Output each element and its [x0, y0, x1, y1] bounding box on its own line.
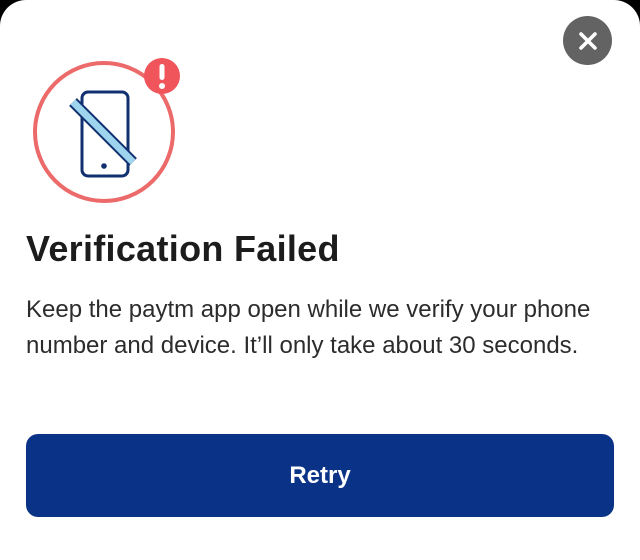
dialog-title: Verification Failed — [26, 228, 340, 269]
phone-blocked-icon — [33, 58, 180, 203]
close-button[interactable] — [563, 16, 612, 65]
close-icon — [578, 31, 597, 50]
alert-badge-icon — [144, 58, 180, 94]
verification-failed-sheet: Verification Failed Keep the paytm app o… — [0, 0, 640, 560]
dialog-message: Keep the paytm app open while we verify … — [26, 296, 591, 359]
retry-button[interactable]: Retry — [26, 434, 614, 517]
